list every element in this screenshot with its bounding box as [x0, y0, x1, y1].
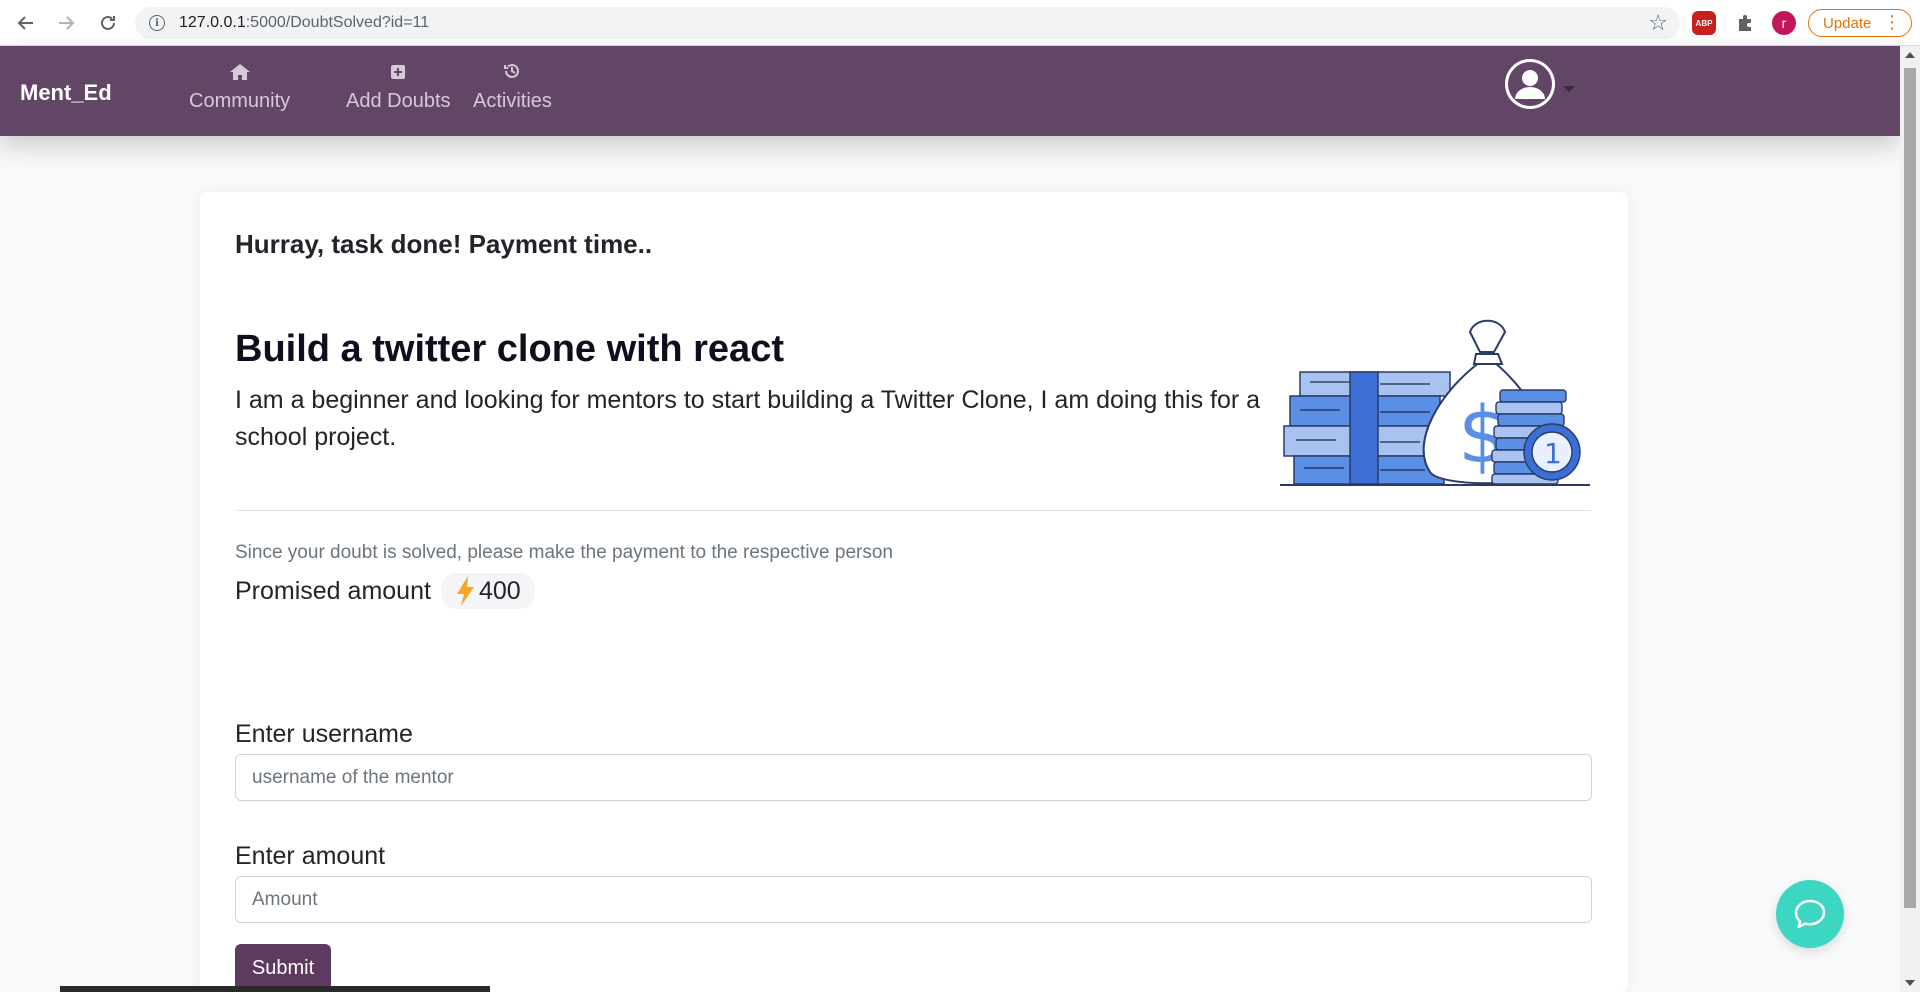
home-icon: [189, 62, 290, 86]
browser-update-button[interactable]: Update ⋮: [1808, 9, 1912, 37]
chat-bubble-icon: [1794, 899, 1826, 929]
chevron-down-icon[interactable]: [1563, 86, 1575, 92]
history-icon: [473, 62, 552, 86]
nav-item-label: Activities: [473, 90, 552, 112]
submit-button[interactable]: Submit: [235, 944, 331, 992]
address-bar[interactable]: i 127.0.0.1:5000/DoubtSolved?id=11 ☆: [135, 7, 1680, 39]
username-label: Enter username: [235, 720, 413, 748]
card-heading: Hurray, task done! Payment time..: [235, 229, 653, 259]
extensions-puzzle-icon[interactable]: [1733, 11, 1757, 35]
lightning-bolt-icon: [456, 576, 474, 606]
promised-amount-label: Promised amount: [235, 576, 431, 605]
username-input[interactable]: [235, 754, 1592, 801]
scrollbar-thumb[interactable]: [1904, 68, 1916, 908]
forward-arrow-icon[interactable]: [46, 3, 86, 43]
back-arrow-icon[interactable]: [6, 3, 46, 43]
reload-icon[interactable]: [88, 3, 128, 43]
nav-item-label: Community: [189, 90, 291, 112]
page-scrollbar[interactable]: [1900, 46, 1920, 992]
scroll-down-icon[interactable]: [1905, 980, 1915, 986]
browser-toolbar: i 127.0.0.1:5000/DoubtSolved?id=11 ☆ ABP…: [0, 0, 1920, 46]
amount-label: Enter amount: [235, 842, 386, 870]
bookmark-star-icon[interactable]: ☆: [1648, 10, 1668, 36]
app-navbar: Ment_Ed Community Add Doubts Activities: [0, 46, 1900, 136]
brand-logo-text[interactable]: Ment_Ed: [20, 80, 112, 106]
menu-dots-icon[interactable]: ⋮: [1883, 12, 1901, 32]
payment-note: Since your doubt is solved, please make …: [235, 542, 893, 563]
nav-item-label: Add Doubts: [346, 90, 451, 112]
plus-square-icon: [346, 62, 451, 86]
adblock-extension-icon[interactable]: ABP: [1692, 11, 1716, 35]
payment-card: Hurray, task done! Payment time.. Build …: [200, 192, 1628, 992]
section-divider: [235, 510, 1591, 511]
svg-text:1: 1: [1544, 437, 1562, 470]
nav-item-community[interactable]: Community: [189, 62, 290, 113]
url-text: 127.0.0.1:5000/DoubtSolved?id=11: [179, 14, 430, 31]
promised-amount-badge: 400: [440, 573, 535, 609]
promised-amount-value: 400: [478, 576, 521, 605]
money-bag-illustration: $ 1: [1280, 319, 1590, 486]
nav-item-add-doubts[interactable]: Add Doubts: [346, 62, 451, 113]
chat-button[interactable]: [1776, 880, 1844, 948]
amount-input[interactable]: [235, 876, 1592, 923]
site-info-icon[interactable]: i: [149, 15, 165, 31]
profile-avatar-icon[interactable]: r: [1772, 11, 1796, 35]
promised-amount-row: Promised amount 400: [235, 573, 535, 609]
user-avatar-icon[interactable]: [1505, 59, 1555, 109]
bottom-edge-strip: [60, 986, 490, 992]
doubt-description: I am a beginner and looking for mentors …: [235, 386, 1261, 451]
scroll-up-icon[interactable]: [1905, 52, 1915, 58]
doubt-title: Build a twitter clone with react: [235, 328, 784, 370]
nav-item-activities[interactable]: Activities: [473, 62, 552, 113]
